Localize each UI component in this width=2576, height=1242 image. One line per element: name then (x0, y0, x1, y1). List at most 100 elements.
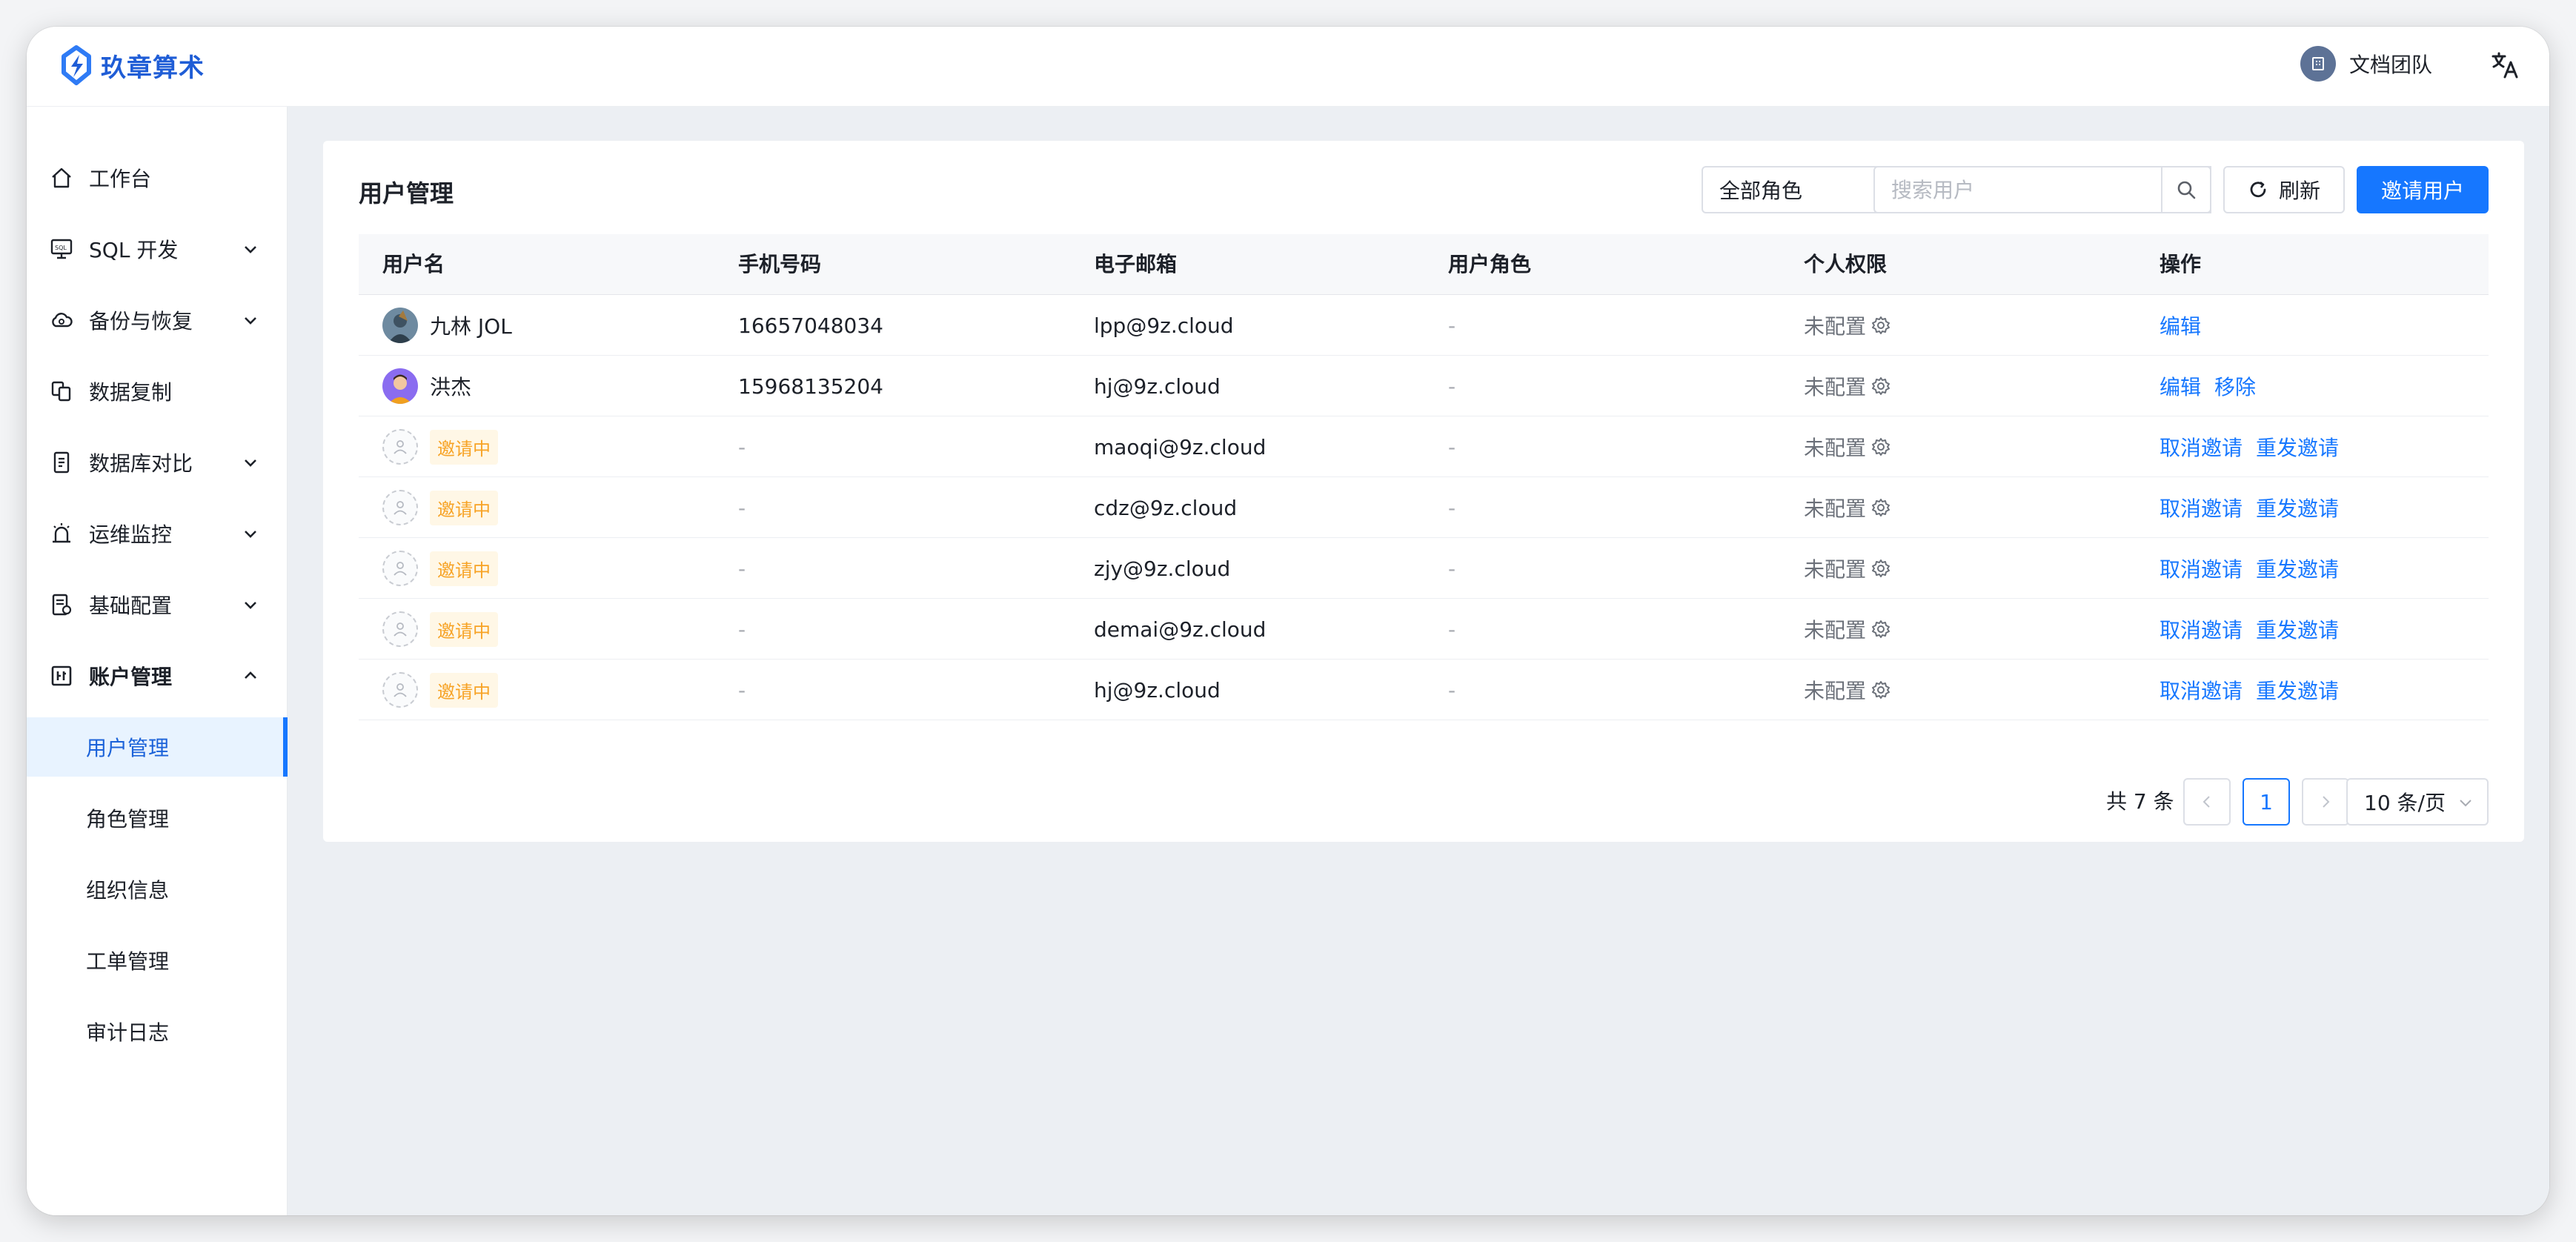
phone-cell: 16657048034 (738, 313, 883, 338)
role-cell: - (1448, 677, 1456, 703)
username-cell: 九林 JOL (382, 295, 512, 356)
cancel-invite-link[interactable]: 取消邀请 (2160, 675, 2243, 705)
resend-invite-link[interactable]: 重发邀请 (2256, 675, 2339, 705)
sidebar-item-db-compare[interactable]: 数据库对比 (27, 433, 288, 492)
sidebar-item-workbench[interactable]: 工作台 (27, 148, 288, 207)
invite-user-button[interactable]: 邀请用户 (2357, 166, 2489, 213)
username-cell: 邀请中 (382, 660, 498, 720)
sidebar-subitem-org-info[interactable]: 组织信息 (27, 860, 288, 919)
phone-cell: - (738, 556, 746, 581)
user-management-card: 用户管理 全部角色 刷新 邀请用户 用户名 手机号码 电子邮箱 用户角色 个人权… (323, 141, 2524, 842)
pending-badge: 邀请中 (430, 429, 498, 465)
gear-icon[interactable] (1870, 315, 1891, 336)
role-cell: - (1448, 556, 1456, 581)
sidebar-item-label: 基础配置 (89, 594, 173, 618)
gear-icon[interactable] (1870, 680, 1891, 700)
app-logo[interactable]: 玖章算术 (59, 44, 205, 86)
sidebar-item-sql-dev[interactable]: SQL SQL 开发 (27, 219, 288, 279)
next-page-button[interactable] (2302, 778, 2349, 826)
copy-icon (51, 381, 71, 402)
home-icon (52, 167, 71, 188)
sidebar-item-replication[interactable]: 数据复制 (27, 362, 288, 421)
permission-cell: 未配置 (1804, 660, 1891, 720)
user-icon (394, 440, 407, 454)
avatar (382, 611, 418, 647)
refresh-icon (2250, 181, 2266, 198)
app-name: 玖章算术 (101, 53, 205, 83)
building-icon (2312, 57, 2324, 70)
cancel-invite-link[interactable]: 取消邀请 (2160, 554, 2243, 583)
table-row: 邀请中 - hj@9z.cloud - 未配置 取消邀请 重发邀请 (359, 660, 2489, 720)
permission-cell: 未配置 (1804, 356, 1891, 416)
sql-icon: SQL (50, 239, 73, 259)
edit-link[interactable]: 编辑 (2160, 310, 2201, 340)
svg-text:SQL: SQL (55, 245, 67, 251)
gear-icon[interactable] (1870, 436, 1891, 457)
chevron-right-icon (2323, 796, 2330, 808)
cancel-invite-link[interactable]: 取消邀请 (2160, 493, 2243, 522)
sidebar-subitem-ticket-management[interactable]: 工单管理 (27, 931, 288, 990)
top-header: 玖章算术 文档团队 (27, 27, 2549, 107)
alarm-icon (53, 523, 70, 543)
column-header-actions: 操作 (2160, 252, 2202, 276)
sidebar-subitem-audit-log[interactable]: 审计日志 (27, 1002, 288, 1061)
sidebar-item-monitoring[interactable]: 运维监控 (27, 504, 288, 563)
refresh-label: 刷新 (2278, 179, 2320, 203)
role-cell: - (1448, 434, 1456, 459)
column-header-username: 用户名 (382, 252, 445, 276)
sidebar-item-label: 运维监控 (89, 522, 173, 547)
sidebar-subitem-user-management[interactable]: 用户管理 (27, 717, 288, 777)
actions-cell: 编辑 移除 (2160, 356, 2269, 416)
email-cell: hj@9z.cloud (1094, 373, 1221, 399)
table-row: 邀请中 - cdz@9z.cloud - 未配置 取消邀请 重发邀请 (359, 477, 2489, 538)
remove-link[interactable]: 移除 (2214, 371, 2256, 401)
page-number-button[interactable]: 1 (2243, 778, 2290, 826)
chevron-left-icon (2202, 796, 2210, 808)
gear-icon[interactable] (1870, 376, 1891, 396)
avatar (382, 429, 418, 465)
gear-icon[interactable] (1870, 497, 1891, 518)
email-cell: demai@9z.cloud (1094, 617, 1267, 642)
sidebar-subitem-role-management[interactable]: 角色管理 (27, 788, 288, 848)
permission-status: 未配置 (1804, 375, 1867, 399)
avatar (382, 551, 418, 586)
search-input[interactable] (1875, 167, 2161, 212)
search-button[interactable] (2161, 166, 2211, 213)
user-icon (394, 562, 407, 576)
email-cell: cdz@9z.cloud (1094, 495, 1238, 520)
resend-invite-link[interactable]: 重发邀请 (2256, 493, 2339, 522)
sidebar-item-label: SQL 开发 (89, 238, 179, 262)
phone-cell: - (738, 434, 746, 459)
role-cell: - (1448, 373, 1456, 399)
search-icon (2177, 181, 2196, 199)
page-size-select[interactable]: 10 条/页 (2346, 778, 2489, 826)
chevron-down-icon (245, 246, 256, 253)
role-filter-value: 全部角色 (1719, 179, 1803, 203)
translate-icon[interactable] (2490, 50, 2520, 80)
resend-invite-link[interactable]: 重发邀请 (2256, 554, 2339, 583)
cancel-invite-link[interactable]: 取消邀请 (2160, 432, 2243, 462)
email-cell: hj@9z.cloud (1094, 677, 1221, 703)
username-cell: 邀请中 (382, 477, 498, 538)
user-icon (394, 501, 407, 515)
gear-icon[interactable] (1870, 619, 1891, 640)
phone-cell: 15968135204 (738, 373, 883, 399)
resend-invite-link[interactable]: 重发邀请 (2256, 614, 2339, 644)
team-switcher[interactable]: 文档团队 (2300, 46, 2432, 82)
edit-link[interactable]: 编辑 (2160, 371, 2201, 401)
phone-cell: - (738, 617, 746, 642)
user-icon (394, 683, 407, 697)
sidebar-item-account[interactable]: 账户管理 (27, 646, 288, 705)
permission-cell: 未配置 (1804, 538, 1891, 599)
sidebar-item-base-config[interactable]: 基础配置 (27, 575, 288, 634)
gear-icon[interactable] (1870, 558, 1891, 579)
role-cell: - (1448, 313, 1456, 338)
prev-page-button[interactable] (2183, 778, 2231, 826)
pending-badge: 邀请中 (430, 611, 498, 647)
sidebar-item-backup[interactable]: 备份与恢复 (27, 290, 288, 350)
role-cell: - (1448, 617, 1456, 642)
account-icon (51, 665, 72, 686)
refresh-button[interactable]: 刷新 (2223, 166, 2345, 213)
resend-invite-link[interactable]: 重发邀请 (2256, 432, 2339, 462)
cancel-invite-link[interactable]: 取消邀请 (2160, 614, 2243, 644)
